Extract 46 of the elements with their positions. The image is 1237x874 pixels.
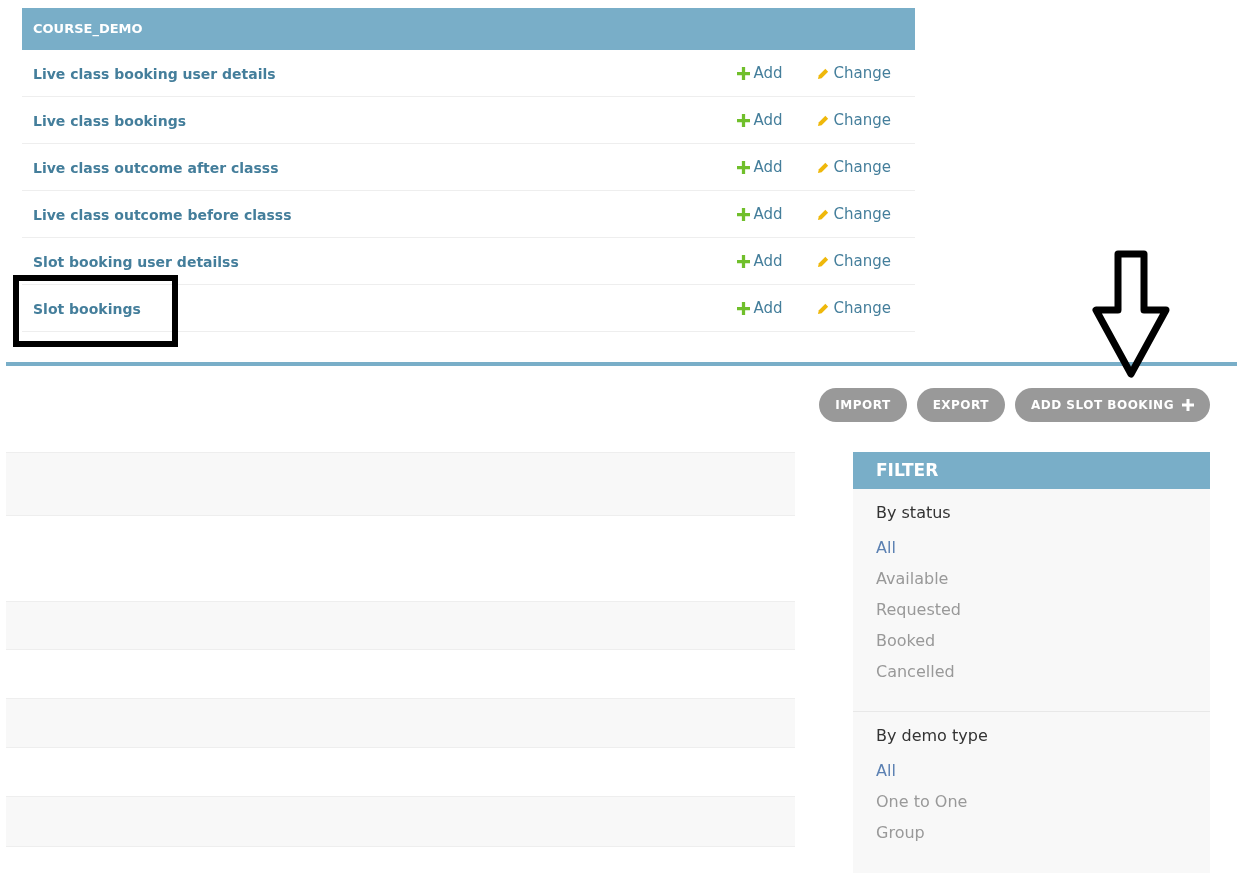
filter-choice[interactable]: All bbox=[876, 755, 1210, 786]
toolbar-button[interactable]: IMPORT bbox=[819, 388, 907, 422]
plus-icon bbox=[736, 207, 750, 221]
model-link[interactable]: Slot booking user detailss bbox=[33, 253, 239, 270]
change-link[interactable]: Change bbox=[833, 252, 891, 270]
add-link[interactable]: Add bbox=[753, 299, 783, 317]
plus-icon bbox=[736, 160, 750, 174]
change-link[interactable]: Change bbox=[833, 158, 891, 176]
change-link[interactable]: Change bbox=[833, 205, 891, 223]
pencil-icon bbox=[816, 301, 830, 315]
change-link[interactable]: Change bbox=[833, 299, 891, 317]
filter-choice[interactable]: Booked bbox=[876, 625, 1210, 656]
pencil-icon bbox=[816, 66, 830, 80]
plus-icon bbox=[736, 113, 750, 127]
model-link[interactable]: Live class outcome after classs bbox=[33, 159, 279, 176]
plus-icon bbox=[1182, 399, 1194, 411]
pencil-icon bbox=[816, 113, 830, 127]
add-link[interactable]: Add bbox=[753, 205, 783, 223]
model-link[interactable]: Live class bookings bbox=[33, 112, 186, 129]
change-link[interactable]: Change bbox=[833, 64, 891, 82]
module-header: COURSE_DEMO bbox=[22, 8, 915, 50]
filter-choice[interactable]: Available bbox=[876, 563, 1210, 594]
add-link[interactable]: Add bbox=[753, 111, 783, 129]
add-link[interactable]: Add bbox=[753, 252, 783, 270]
filter-choice[interactable]: One to One bbox=[876, 786, 1210, 817]
filter-choice[interactable]: Requested bbox=[876, 594, 1210, 625]
filter-header: FILTER bbox=[853, 452, 1210, 489]
toolbar-button[interactable]: EXPORT bbox=[916, 388, 1005, 422]
pencil-icon bbox=[816, 160, 830, 174]
toolbar-button[interactable]: ADD SLOT BOOKING bbox=[1014, 388, 1210, 422]
plus-icon bbox=[736, 66, 750, 80]
filter-choice[interactable]: Group bbox=[876, 817, 1210, 848]
filter-group-title: By status bbox=[876, 503, 952, 522]
model-link[interactable]: Live class booking user details bbox=[33, 65, 276, 82]
pencil-icon bbox=[816, 207, 830, 221]
change-link[interactable]: Change bbox=[833, 111, 891, 129]
plus-icon bbox=[736, 254, 750, 268]
filter-choice[interactable]: All bbox=[876, 532, 1210, 563]
model-link[interactable]: Slot bookings bbox=[33, 300, 141, 317]
add-link[interactable]: Add bbox=[753, 64, 783, 82]
filter-choice[interactable]: Cancelled bbox=[876, 656, 1210, 687]
add-link[interactable]: Add bbox=[753, 158, 783, 176]
pencil-icon bbox=[816, 254, 830, 268]
model-link[interactable]: Live class outcome before classs bbox=[33, 206, 292, 223]
plus-icon bbox=[736, 301, 750, 315]
filter-group-title: By demo type bbox=[876, 726, 989, 745]
